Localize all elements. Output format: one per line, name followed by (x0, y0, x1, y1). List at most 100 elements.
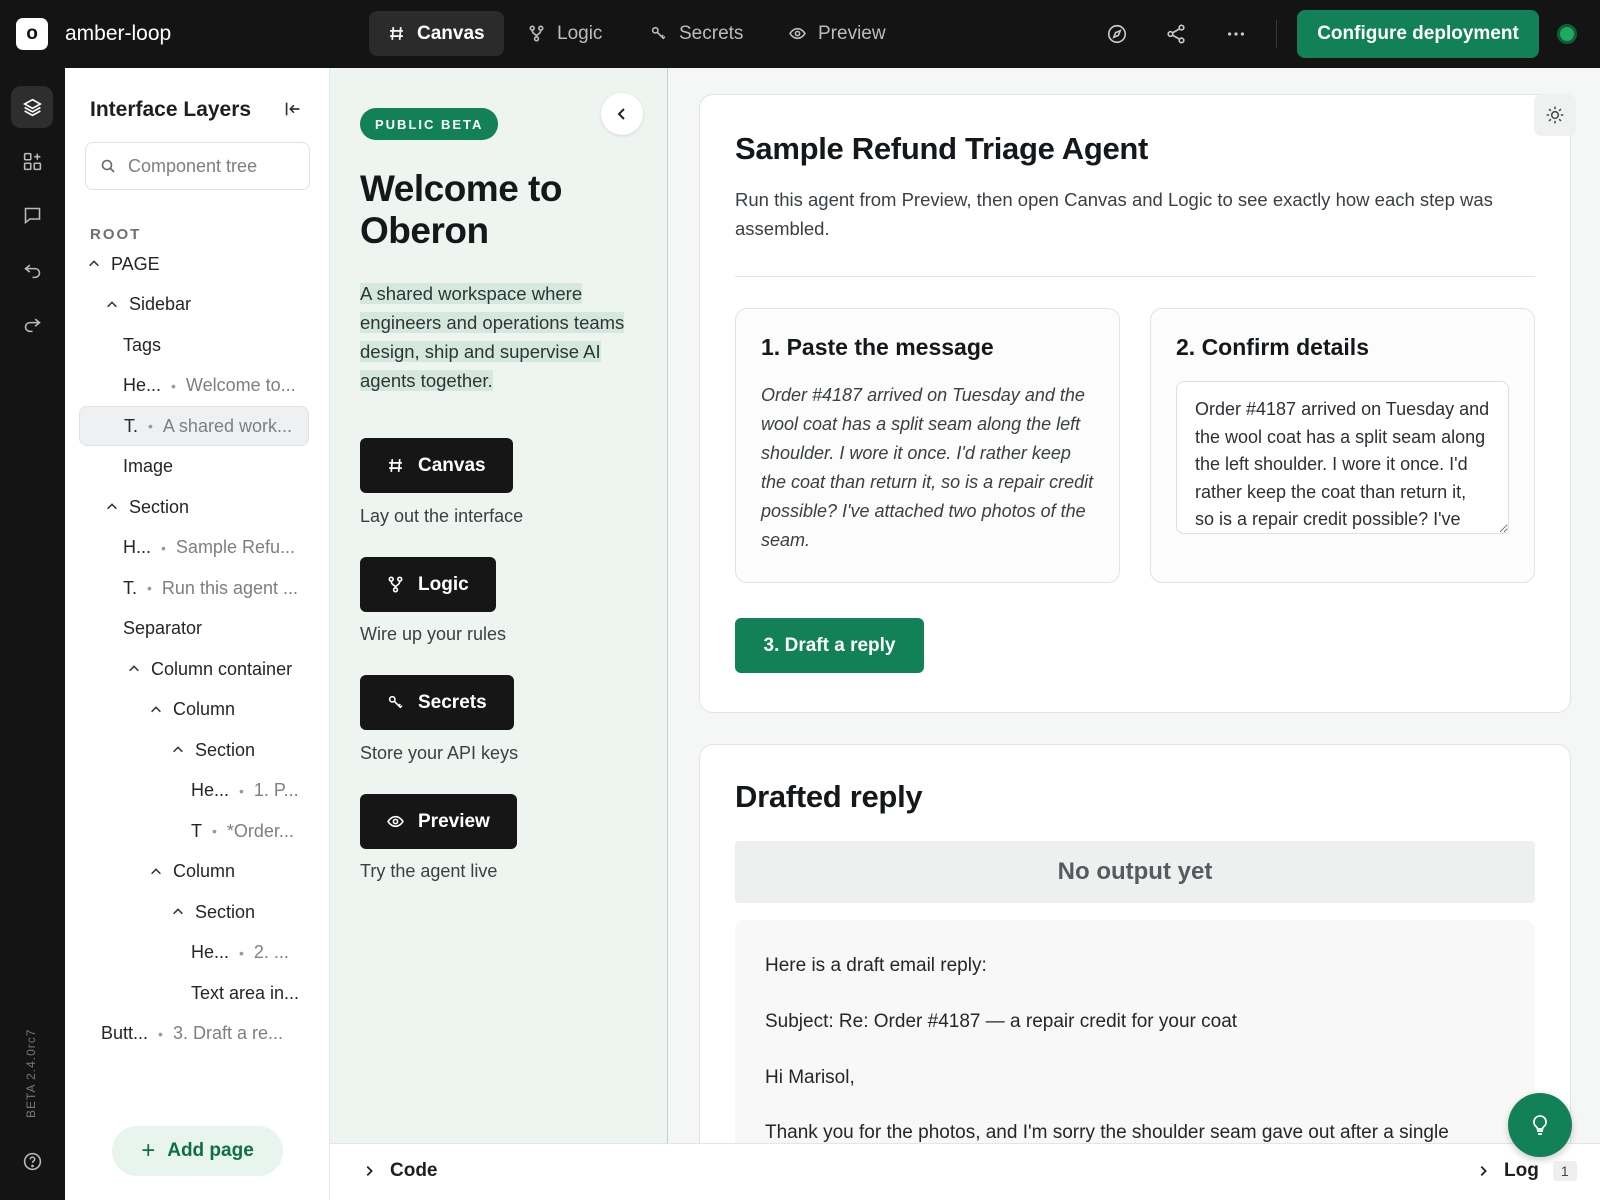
separator-dot: • (212, 823, 217, 839)
preview-main: Sample Refund Triage Agent Run this agen… (668, 68, 1600, 1200)
tree-node[interactable]: Tags (123, 325, 161, 365)
chevron-up-icon[interactable] (171, 905, 185, 919)
separator-dot: • (239, 782, 244, 799)
preview-nav-button[interactable]: Preview (360, 794, 517, 849)
log-count-badge: 1 (1552, 1161, 1577, 1181)
tree-node[interactable]: Column (149, 690, 235, 730)
tree-node-label: PAGE (111, 253, 160, 274)
tree-node-label: He... (191, 780, 230, 800)
reply-output: Here is a draft email reply: Subject: Re… (735, 920, 1535, 1180)
layers-title: Interface Layers (90, 98, 252, 121)
separator-dot: • (161, 539, 166, 556)
top-bar: o amber-loop Canvas Logic Secrets Previe… (0, 0, 1600, 68)
chevron-up-icon[interactable] (149, 865, 163, 879)
draft-reply-button[interactable]: 3. Draft a reply (735, 618, 924, 673)
tree-node[interactable]: He... • Welcome to... (123, 366, 296, 406)
chevron-up-icon[interactable] (127, 662, 141, 676)
nav-label: Logic (418, 573, 469, 595)
tab-secrets[interactable]: Secrets (631, 11, 762, 56)
log-toggle[interactable]: Log 1 (1476, 1160, 1577, 1182)
code-toggle[interactable]: Code (362, 1160, 438, 1182)
tree-node-label: Column (173, 699, 236, 719)
tree-node-label: Section (129, 496, 190, 517)
reply-card: Drafted reply No output yet Here is a dr… (699, 744, 1571, 1200)
tab-logic[interactable]: Logic (509, 11, 621, 56)
redo-icon[interactable] (11, 302, 53, 344)
share-icon[interactable] (1164, 22, 1188, 46)
component-search[interactable] (85, 142, 310, 190)
status-indicator (1557, 24, 1577, 44)
project-name[interactable]: amber-loop (65, 22, 171, 46)
empty-state: No output yet (735, 841, 1535, 903)
details-textarea[interactable] (1176, 381, 1509, 534)
chevron-up-icon[interactable] (105, 298, 119, 312)
tree-node-preview: 1. P... (253, 780, 299, 800)
tab-label: Canvas (417, 22, 485, 44)
collapse-panel-icon[interactable] (282, 98, 306, 122)
chevron-right-icon (1480, 1166, 1487, 1176)
add-page-button[interactable]: + Add page (112, 1126, 283, 1176)
separator-dot: • (239, 944, 244, 961)
tree-node-label: He... (123, 375, 162, 395)
tree-node[interactable]: Column container (127, 649, 292, 689)
secrets-nav-button[interactable]: Secrets (360, 675, 514, 730)
tree-node[interactable]: PAGE (87, 244, 160, 284)
components-icon[interactable] (11, 140, 53, 182)
help-icon[interactable] (11, 1140, 53, 1182)
search-icon (101, 159, 115, 173)
logic-nav-button[interactable]: Logic (360, 557, 496, 612)
more-icon[interactable] (1224, 22, 1248, 46)
tree-node[interactable]: Column (149, 852, 235, 892)
log-label: Log (1504, 1160, 1539, 1181)
step-paste-message: 1. Paste the message Order #4187 arrived… (735, 308, 1120, 583)
search-input[interactable] (128, 155, 298, 177)
collapse-sidebar-button[interactable] (601, 93, 643, 135)
hash-icon (389, 459, 402, 472)
chevron-up-icon[interactable] (105, 500, 119, 514)
chevron-up-icon[interactable] (171, 743, 185, 757)
tree-node[interactable]: He... • 1. P... (191, 771, 299, 811)
tree-node-preview: A shared work... (162, 415, 292, 436)
canvas-nav-button[interactable]: Canvas (360, 438, 513, 493)
tree-node[interactable]: Image (123, 447, 173, 487)
tree-node[interactable]: Separator (123, 609, 202, 649)
tab-preview[interactable]: Preview (770, 11, 905, 56)
layers-icon[interactable] (11, 86, 53, 128)
configure-deployment-button[interactable]: Configure deployment (1297, 10, 1539, 58)
tree-node[interactable]: T • *Order... (191, 811, 294, 851)
sun-icon (1546, 106, 1564, 124)
tree-node-preview: *Order... (226, 820, 294, 841)
app-logo[interactable]: o (16, 18, 48, 50)
tree-node[interactable]: T. • A shared work... (79, 406, 309, 446)
separator-dot: • (171, 377, 176, 394)
tree-node[interactable]: T. • Run this agent ... (123, 568, 298, 608)
tab-label: Secrets (679, 22, 744, 44)
theme-toggle-button[interactable] (1534, 94, 1576, 136)
tree-node[interactable]: Butt... • 3. Draft a re... (101, 1014, 283, 1054)
canvas-caption: Lay out the interface (360, 506, 524, 526)
tab-canvas[interactable]: Canvas (369, 11, 504, 56)
root-label: ROOT (90, 226, 142, 243)
welcome-description: A shared workspace where engineers and o… (360, 279, 650, 395)
chevron-up-icon[interactable] (87, 257, 101, 271)
tree-node[interactable]: Section (105, 487, 189, 527)
tree-node[interactable]: He... • 2. ... (191, 933, 289, 973)
agent-card: Sample Refund Triage Agent Run this agen… (699, 94, 1571, 713)
tree-node-label: H... (123, 537, 152, 557)
comment-icon[interactable] (11, 194, 53, 236)
help-fab-button[interactable] (1508, 1093, 1572, 1157)
chevron-up-icon[interactable] (149, 703, 163, 717)
reply-title: Drafted reply (735, 779, 923, 814)
undo-icon[interactable] (11, 248, 53, 290)
tab-label: Logic (557, 22, 603, 44)
tree-node[interactable]: Section (171, 730, 255, 770)
tree-node[interactable]: H... • Sample Refu... (123, 528, 295, 568)
layers-panel: Interface Layers ROOT PAGE Sidebar Tags He.… (65, 68, 330, 1200)
tree-node[interactable]: Section (171, 892, 255, 932)
tree-node-label: Column (173, 861, 236, 881)
compass-icon[interactable] (1105, 22, 1129, 46)
nav-label: Secrets (418, 691, 487, 713)
tree-node[interactable]: Text area in... (191, 973, 299, 1013)
tree-node[interactable]: Sidebar (105, 285, 191, 325)
hash-icon (390, 27, 403, 40)
